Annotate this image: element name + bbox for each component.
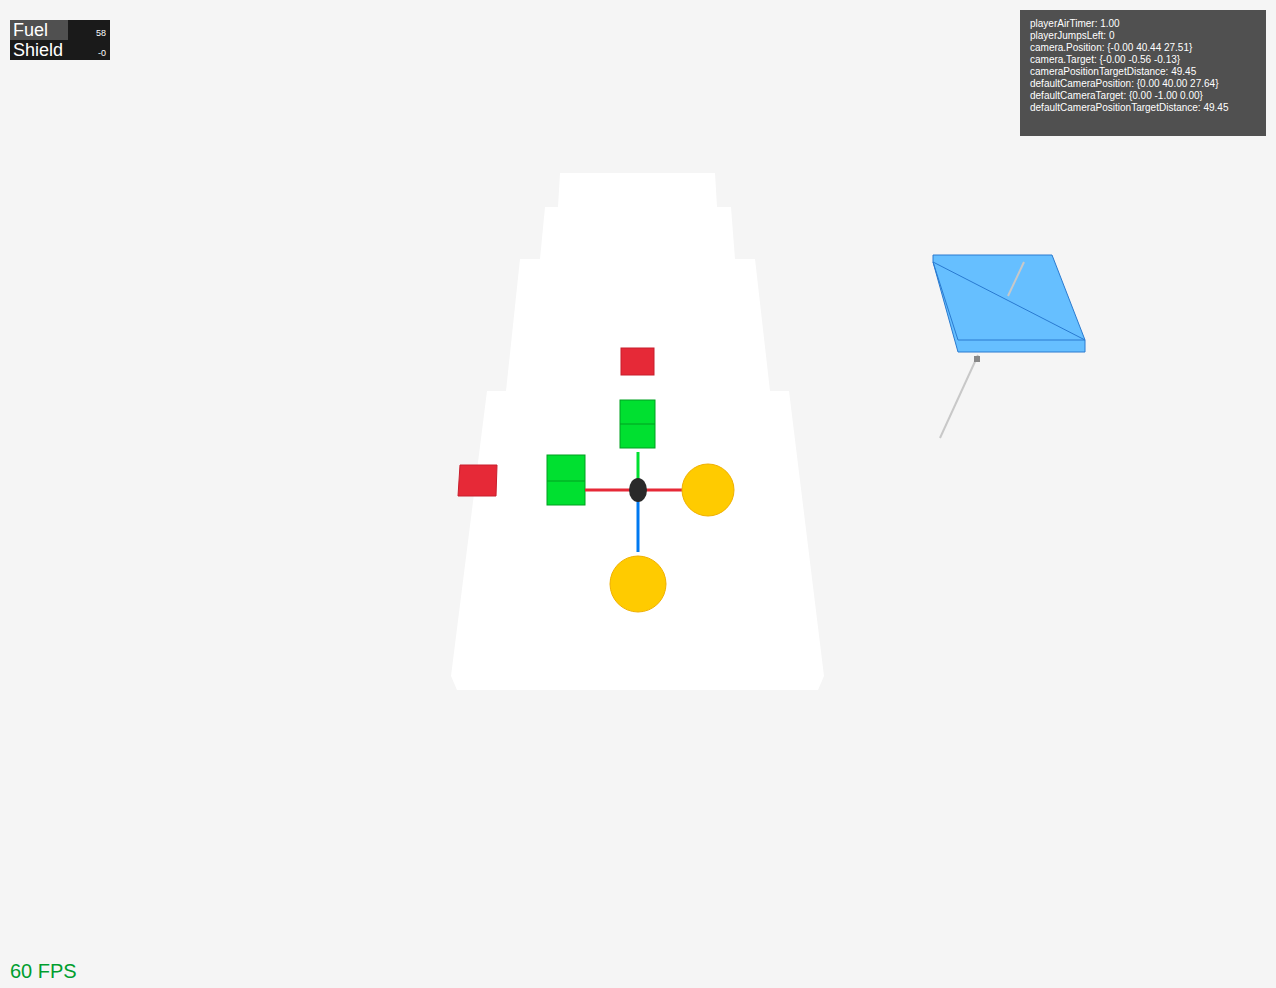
camera-body[interactable]: [933, 255, 1085, 352]
debug-line: camera.Position: {-0.00 40.44 27.51}: [1030, 42, 1266, 54]
debug-line: defaultCameraTarget: {0.00 -1.00 0.00}: [1030, 90, 1266, 102]
debug-line: camera.Target: {-0.00 -0.56 -0.13}: [1030, 54, 1266, 66]
camera-line: [940, 355, 978, 438]
scene[interactable]: [0, 0, 1276, 988]
yellow-sphere[interactable]: [610, 556, 666, 612]
hud-bar: Shield -0: [10, 40, 110, 60]
bar-label: Shield: [13, 40, 63, 60]
bar-label: Fuel: [13, 20, 48, 40]
debug-line: defaultCameraPositionTargetDistance: 49.…: [1030, 102, 1266, 114]
debug-line: playerAirTimer: 1.00: [1030, 18, 1266, 30]
bar-value: 58: [96, 28, 106, 38]
debug-panel: playerAirTimer: 1.00playerJumpsLeft: 0ca…: [1020, 10, 1266, 136]
green-cube[interactable]: [547, 455, 585, 505]
game-viewport[interactable]: Fuel 58 Shield -0 playerAirTimer: 1.00playe…: [0, 0, 1276, 988]
track: [451, 173, 824, 690]
red-block[interactable]: [458, 465, 497, 496]
red-block[interactable]: [621, 348, 654, 375]
fps-counter: 60 FPS: [10, 958, 77, 984]
hud-bar: Fuel 58: [10, 20, 110, 40]
green-cube[interactable]: [620, 400, 655, 448]
player[interactable]: [629, 478, 647, 502]
yellow-sphere[interactable]: [682, 464, 734, 516]
debug-line: playerJumpsLeft: 0: [1030, 30, 1266, 42]
debug-line: cameraPositionTargetDistance: 49.45: [1030, 66, 1266, 78]
debug-line: defaultCameraPosition: {0.00 40.00 27.64…: [1030, 78, 1266, 90]
bar-value: -0: [98, 48, 106, 58]
hud: Fuel 58 Shield -0: [10, 20, 110, 60]
